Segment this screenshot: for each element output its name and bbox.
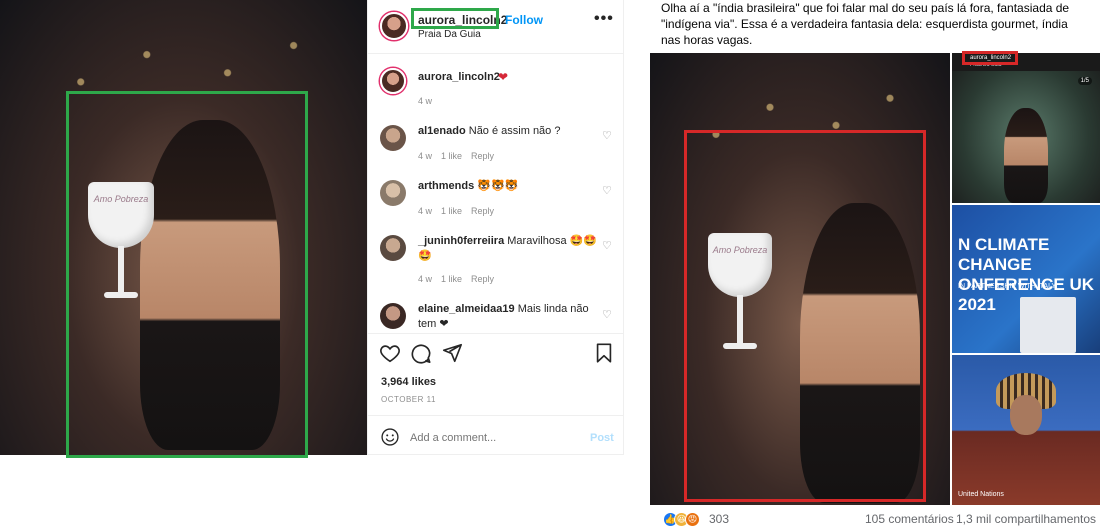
like-comment-icon[interactable]: ♡ (602, 184, 612, 197)
highlight-box-username (411, 8, 499, 29)
post-button[interactable]: Post (590, 432, 614, 444)
comment-meta: 4 w 1 like Reply (418, 206, 503, 216)
comment-username[interactable]: arthmends (418, 180, 474, 192)
shares-count[interactable]: 1,3 mil compartilhamentos (956, 512, 1096, 526)
share-icon[interactable] (441, 342, 463, 364)
header-divider (368, 53, 623, 54)
facebook-thumbnail-column: aurora_lincoln2 Praia Da Guia 1/5 N CLIM… (952, 51, 1100, 505)
thumbnail-climate-conference[interactable]: N CLIMATE CHANGE ONFERENCE UK 2021 IN PA… (952, 205, 1100, 353)
comment-meta: 4 w 1 like Reply (418, 151, 503, 161)
comment-avatar[interactable] (380, 180, 406, 206)
caption-avatar[interactable] (380, 68, 406, 94)
comment-likes[interactable]: 1 like (441, 151, 462, 161)
highlight-box-photo (66, 91, 308, 458)
caption-username[interactable]: aurora_lincoln2 (418, 71, 500, 83)
add-comment-divider (368, 415, 623, 416)
comment-meta: 4 w 1 like Reply (418, 274, 503, 284)
location-link[interactable]: Praia Da Guia (418, 29, 481, 40)
instagram-side-panel: aurora_lincoln2 Follow Praia Da Guia •••… (367, 0, 624, 455)
comment-avatar[interactable] (380, 303, 406, 329)
likes-count[interactable]: 3,964 likes (381, 376, 436, 388)
comment-avatar[interactable] (380, 235, 406, 261)
comment-username[interactable]: _juninh0ferreiira (418, 235, 504, 247)
add-comment-input[interactable] (410, 432, 570, 444)
un-logo-text: United Nations (958, 491, 1004, 498)
comment-avatar[interactable] (380, 125, 406, 151)
like-comment-icon[interactable]: ♡ (602, 239, 612, 252)
comment-icon[interactable] (410, 342, 432, 364)
post-date: OCTOBER 11 (381, 395, 436, 404)
thumbnail-instagram-screenshot[interactable]: aurora_lincoln2 Praia Da Guia 1/5 (952, 53, 1100, 203)
angry-reaction-icon[interactable]: 😡 (685, 512, 700, 527)
reply-link[interactable]: Reply (471, 151, 494, 161)
caption-time: 4 w (418, 96, 433, 106)
comment-row: arthmends 🐯🐯🐯 (418, 179, 593, 194)
comments-count[interactable]: 105 comentários (865, 512, 954, 526)
reactions-count[interactable]: 303 (709, 512, 729, 526)
follow-button[interactable]: Follow (505, 13, 543, 27)
conference-partner-text: IN PARTNERSHIP WITH ITALY (958, 283, 1057, 290)
comment-text: 🐯🐯🐯 (477, 180, 519, 192)
caption-heart-emoji: ❤ (498, 70, 509, 84)
comment-likes[interactable]: 1 like (441, 274, 462, 284)
heart-icon[interactable] (379, 342, 401, 364)
facebook-post-text: Olha aí a "índia brasileira" que foi fal… (661, 1, 1070, 47)
speaker-face (1010, 395, 1042, 435)
more-options-icon[interactable]: ••• (594, 10, 614, 28)
comment-likes[interactable]: 1 like (441, 206, 462, 216)
bookmark-icon[interactable] (593, 342, 615, 364)
comment-row: al1enado Não é assim não ? (418, 124, 593, 139)
reply-link[interactable]: Reply (471, 274, 494, 284)
comment-time: 4 w (418, 274, 433, 284)
comment-row: elaine_almeidaa19 Mais linda não tem ❤ (418, 302, 593, 332)
highlight-box-username-red (962, 51, 1018, 65)
thumbnail-counter: 1/5 (1077, 77, 1092, 85)
like-comment-icon[interactable]: ♡ (602, 308, 612, 321)
highlight-box-photo-red (684, 130, 926, 502)
comment-username[interactable]: al1enado (418, 125, 466, 137)
woman-figure (1004, 108, 1048, 203)
comment-row: _juninh0ferreiira Maravilhosa 🤩🤩🤩 (418, 234, 598, 264)
comment-text: Não é assim não ? (468, 125, 561, 137)
conference-headline-line1: N CLIMATE CHANGE (958, 235, 1050, 274)
like-comment-icon[interactable]: ♡ (602, 129, 612, 142)
emoji-icon[interactable] (380, 427, 400, 447)
podium-graphic (1020, 297, 1076, 353)
thumbnail-speaker-headdress[interactable]: United Nations (952, 355, 1100, 505)
reply-link[interactable]: Reply (471, 206, 494, 216)
comment-time: 4 w (418, 206, 433, 216)
header-avatar[interactable] (380, 12, 408, 40)
comment-time: 4 w (418, 151, 433, 161)
comment-username[interactable]: elaine_almeidaa19 (418, 303, 515, 315)
actions-divider (368, 333, 623, 334)
